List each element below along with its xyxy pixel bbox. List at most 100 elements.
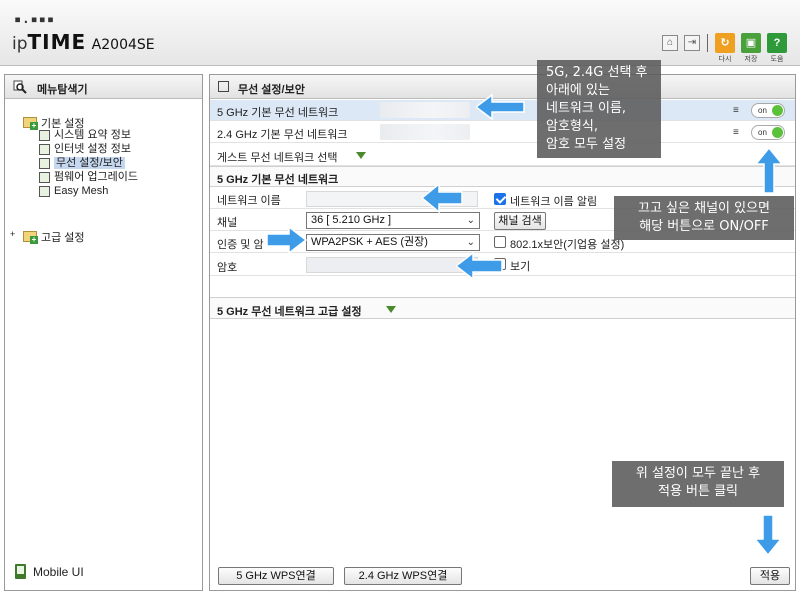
channel-value: 36 [ 5.210 GHz ] <box>311 214 392 226</box>
advanced-section-title[interactable]: 5 GHz 무선 네트워크 고급 설정 <box>210 297 795 319</box>
folder-settings-icon: + <box>30 235 38 244</box>
blurred-ssid <box>380 102 470 118</box>
help-label: 도움 <box>770 55 784 63</box>
ssid-broadcast-label: 네트워크 이름 알림 <box>510 196 598 208</box>
tree-advanced-settings[interactable]: 고급 설정 <box>41 229 85 245</box>
password-input[interactable] <box>306 257 478 273</box>
expand-triangle-icon <box>356 152 366 159</box>
expand-triangle-icon <box>386 306 396 313</box>
dot1x-checkbox[interactable] <box>494 236 506 248</box>
note-line: 끄고 싶은 채널이 있으면 <box>638 201 770 216</box>
toggle-state: on <box>758 106 767 115</box>
wps-24ghz-button[interactable]: 2.4 GHz WPS연결 <box>344 567 462 585</box>
arrow-left-icon <box>422 183 463 213</box>
note-line: 5G, 2.4G 선택 후 <box>546 65 648 80</box>
wireless-icon <box>39 158 50 169</box>
menu-explorer-header: 메뉴탐색기 <box>5 75 202 99</box>
refresh-label: 다시 <box>718 55 732 63</box>
magnifier-icon <box>13 80 27 94</box>
note-line: 해당 버튼으로 ON/OFF <box>639 219 769 234</box>
main-panel: 무선 설정/보안 5 GHz 기본 무선 네트워크 ≡ on 2.4 GHz 기… <box>209 74 796 591</box>
basic-network-section-title: 5 GHz 기본 무선 네트워크 <box>210 166 795 187</box>
guest-label: 게스트 무선 네트워크 선택 <box>217 152 338 164</box>
refresh-button[interactable]: ↻ <box>715 33 735 53</box>
iptime-logo: ipTIME A2004SE <box>12 30 155 54</box>
chevron-down-icon: ⌄ <box>466 215 475 226</box>
arrow-left-icon <box>476 94 525 120</box>
guest-network-selector[interactable]: 게스트 무선 네트워크 선택 <box>210 144 795 166</box>
network-label: 5 GHz 기본 무선 네트워크 <box>217 107 339 119</box>
section-title-label: 5 GHz 무선 네트워크 고급 설정 <box>217 306 362 318</box>
toggle-knob <box>772 105 783 116</box>
toggle-state: on <box>758 128 767 137</box>
section-title-label: 5 GHz 기본 무선 네트워크 <box>217 174 339 186</box>
sidebar-item-label: 시스템 요약 정보 <box>54 129 131 141</box>
auth-label: 인증 및 암 <box>217 239 264 251</box>
settings-page-icon <box>218 81 229 92</box>
show-password-label: 보기 <box>510 261 531 273</box>
mobile-ui-label: Mobile UI <box>33 565 84 579</box>
wps-5ghz-button[interactable]: 5 GHz WPS연결 <box>218 567 334 585</box>
wifi-lock-icon: ≡ <box>733 105 739 116</box>
monitor-icon <box>39 144 50 155</box>
save-label: 저장 <box>744 55 758 63</box>
expand-plus-icon[interactable]: + <box>10 229 15 239</box>
network-label: 2.4 GHz 기본 무선 네트워크 <box>217 129 348 141</box>
sidebar-item-label: 펌웨어 업그레이드 <box>54 171 139 183</box>
channel-select[interactable]: 36 [ 5.210 GHz ] ⌄ <box>306 212 480 229</box>
arrow-right-icon <box>266 226 308 254</box>
dot1x-label: 802.1x보안(기업용 설정) <box>510 239 625 251</box>
wifi-lock-icon: ≡ <box>733 127 739 138</box>
menu-explorer-title: 메뉴탐색기 <box>37 84 88 96</box>
arrow-up-icon <box>755 148 783 194</box>
network-row-24ghz[interactable]: 2.4 GHz 기본 무선 네트워크 ≡ on <box>210 122 795 143</box>
toggle-knob <box>772 127 783 138</box>
sidebar-item-label: Easy Mesh <box>54 185 109 197</box>
header-divider <box>707 34 708 52</box>
model-name: A2004SE <box>91 37 155 53</box>
save-button[interactable]: ▣ <box>741 33 761 53</box>
note-line: 네트워크 이름, <box>546 101 627 116</box>
note-line: 아래에 있는 <box>546 83 610 98</box>
auth-select[interactable]: WPA2PSK + AES (권장) ⌄ <box>306 234 480 251</box>
channel-label: 채널 <box>217 217 238 229</box>
header-bar: ▪.▪▪▪ ipTIME A2004SE ⌂ ⇥ ↻ 다시 ▣ 저장 ? 도움 <box>0 0 800 66</box>
phone-icon <box>15 564 26 579</box>
chart-icon <box>39 130 50 141</box>
arrow-left-icon <box>456 252 503 280</box>
sidebar-item-label: 무선 설정/보안 <box>54 157 125 169</box>
ssid-broadcast-checkbox[interactable] <box>494 193 506 205</box>
toggle-24ghz[interactable]: on <box>751 125 785 140</box>
page-title: 무선 설정/보안 <box>238 84 305 96</box>
help-button[interactable]: ? <box>767 33 787 53</box>
logout-icon[interactable]: ⇥ <box>684 35 700 51</box>
sidebar-item-system-summary[interactable]: 시스템 요약 정보 <box>39 129 131 142</box>
arrow-down-icon <box>754 514 782 556</box>
ssid-label: 네트워크 이름 <box>217 195 281 207</box>
logo-dots: ▪.▪▪▪ <box>14 12 56 26</box>
sidebar-item-internet-settings[interactable]: 인터넷 설정 정보 <box>39 143 131 156</box>
toggle-5ghz[interactable]: on <box>751 103 785 118</box>
note-line: 적용 버튼 클릭 <box>657 484 739 499</box>
annotation-note-apply: 위 설정이 모두 끝난 후 적용 버튼 클릭 <box>612 461 784 507</box>
sidebar-item-easy-mesh[interactable]: Easy Mesh <box>39 185 108 198</box>
blurred-ssid <box>380 124 470 140</box>
menu-explorer: 메뉴탐색기 + 기본 설정 시스템 요약 정보 인터넷 설정 정보 무선 설정/… <box>4 74 203 591</box>
note-line: 위 설정이 모두 끝난 후 <box>635 466 761 481</box>
logo-time: TIME <box>27 30 87 54</box>
channel-search-button[interactable]: 채널 검색 <box>494 212 546 230</box>
apply-button[interactable]: 적용 <box>750 567 790 585</box>
logo-ip: ip <box>12 34 28 54</box>
home-icon[interactable]: ⌂ <box>662 35 678 51</box>
sidebar-item-wireless-security[interactable]: 무선 설정/보안 <box>39 157 125 170</box>
upgrade-icon <box>39 172 50 183</box>
mesh-icon <box>39 186 50 197</box>
sidebar-item-label: 인터넷 설정 정보 <box>54 143 131 155</box>
note-line: 암호 모두 설정 <box>546 137 627 152</box>
chevron-down-icon: ⌄ <box>466 237 475 248</box>
annotation-note-toggle: 끄고 싶은 채널이 있으면 해당 버튼으로 ON/OFF <box>614 196 794 240</box>
annotation-note-network-settings: 5G, 2.4G 선택 후 아래에 있는 네트워크 이름, 암호형식, 암호 모… <box>537 60 661 158</box>
folder-settings-icon: + <box>30 121 38 130</box>
sidebar-item-firmware-upgrade[interactable]: 펌웨어 업그레이드 <box>39 171 138 184</box>
password-label: 암호 <box>217 262 238 274</box>
